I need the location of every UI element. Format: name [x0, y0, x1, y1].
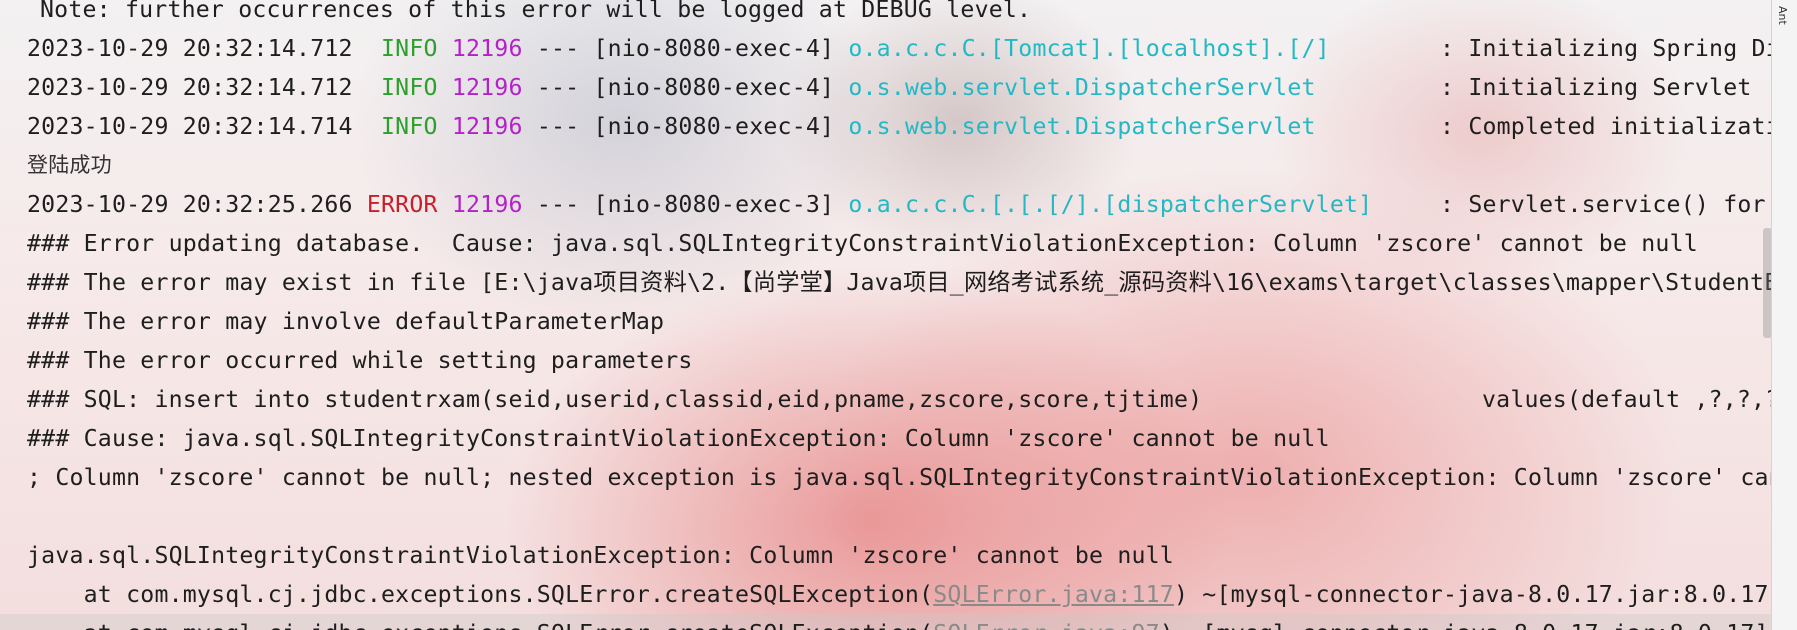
log-logger: o.s.web.servlet.DispatcherServlet	[848, 74, 1316, 101]
log-pid: 12196	[451, 35, 523, 62]
log-pid: 12196	[451, 74, 523, 101]
ant-tool-tab[interactable]: Ant	[1776, 6, 1789, 25]
log-level: ERROR	[366, 191, 438, 218]
log-thread: --- [nio-8080-exec-4]	[536, 74, 835, 101]
log-message: : Servlet.service() for se	[1440, 191, 1772, 218]
error-detail-line: ### The error may exist in file [E:\java…	[27, 269, 1772, 296]
log-level: INFO	[381, 113, 438, 140]
error-detail-line: ### The error occurred while setting par…	[27, 347, 693, 374]
log-logger: o.a.c.c.C.[.[.[/].[dispatcherServlet]	[848, 191, 1373, 218]
log-timestamp: 2023-10-29 20:32:14.712	[27, 74, 353, 101]
log-timestamp: 2023-10-29 20:32:14.712	[27, 35, 353, 62]
log-logger: o.s.web.servlet.DispatcherServlet	[848, 113, 1316, 140]
nested-exception-line: ; Column 'zscore' cannot be null; nested…	[27, 464, 1772, 491]
login-success-line: 登陆成功	[27, 153, 112, 177]
log-thread: --- [nio-8080-exec-4]	[536, 113, 835, 140]
log-note-line: Note: further occurrences of this error …	[40, 0, 1032, 23]
log-entry: 2023-10-29 20:32:14.712 INFO 12196 --- […	[0, 68, 1772, 107]
log-entry: 2023-10-29 20:32:14.714 INFO 12196 --- […	[0, 107, 1772, 146]
log-message: : Initializing Spring Disp	[1440, 35, 1772, 62]
log-logger: o.a.c.c.C.[Tomcat].[localhost].[/]	[848, 35, 1330, 62]
exception-line: java.sql.SQLIntegrityConstraintViolation…	[27, 542, 1174, 569]
log-thread: --- [nio-8080-exec-3]	[536, 191, 835, 218]
right-tool-strip: Ant	[1771, 0, 1797, 630]
log-message: : Completed initialization	[1440, 113, 1772, 140]
source-link[interactable]: SQLError.java:117	[933, 581, 1174, 608]
log-timestamp: 2023-10-29 20:32:14.714	[27, 113, 353, 140]
log-pid: 12196	[451, 191, 523, 218]
log-entry-error: 2023-10-29 20:32:25.266 ERROR 12196 --- …	[0, 185, 1772, 224]
error-detail-line: ### The error may involve defaultParamet…	[27, 308, 665, 335]
log-entry: 2023-10-29 20:32:14.712 INFO 12196 --- […	[0, 29, 1772, 68]
log-thread: --- [nio-8080-exec-4]	[536, 35, 835, 62]
log-message: : Initializing Servlet 'di	[1440, 74, 1772, 101]
error-detail-line: ### Error updating database. Cause: java…	[27, 230, 1698, 257]
log-level: INFO	[381, 74, 438, 101]
source-link[interactable]: SQLError.java:97	[933, 620, 1160, 630]
sql-line: ### SQL: insert into studentrxam(seid,us…	[0, 380, 1772, 419]
sql-values: values(default ,?,?,?	[1482, 386, 1772, 413]
run-console-output[interactable]: Note: further occurrences of this error …	[0, 0, 1772, 630]
stack-trace-line: at com.mysql.cj.jdbc.exceptions.SQLError…	[27, 581, 1772, 608]
log-pid: 12196	[451, 113, 523, 140]
log-timestamp: 2023-10-29 20:32:25.266	[27, 191, 353, 218]
stack-trace-line: at com.mysql.cj.jdbc.exceptions.SQLError…	[0, 614, 1772, 630]
log-level: INFO	[381, 35, 438, 62]
cause-line: ### Cause: java.sql.SQLIntegrityConstrai…	[27, 425, 1330, 452]
